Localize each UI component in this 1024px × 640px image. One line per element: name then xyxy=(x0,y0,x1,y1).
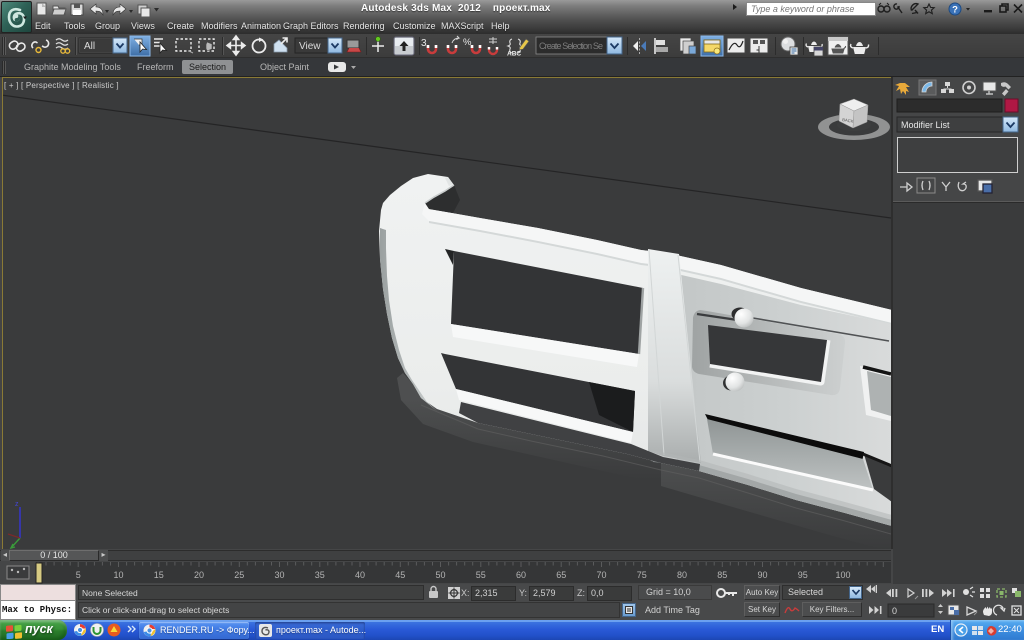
svg-text:?: ? xyxy=(952,5,958,16)
svg-text:Create Selection Se: Create Selection Se xyxy=(539,41,603,51)
svg-text:%: % xyxy=(463,37,472,48)
svg-text:25: 25 xyxy=(234,570,244,580)
svg-text:20: 20 xyxy=(194,570,204,580)
svg-text:100: 100 xyxy=(835,570,850,580)
svg-text:5: 5 xyxy=(76,570,81,580)
svg-text:All: All xyxy=(84,41,95,52)
svg-text:80: 80 xyxy=(677,570,687,580)
svg-text:70: 70 xyxy=(596,570,606,580)
svg-text:ABC: ABC xyxy=(507,51,521,58)
svg-text:85: 85 xyxy=(717,570,727,580)
svg-text:40: 40 xyxy=(355,570,365,580)
svg-text:30: 30 xyxy=(274,570,284,580)
svg-text:0: 0 xyxy=(892,606,897,616)
svg-text:3: 3 xyxy=(421,38,427,49)
svg-text:95: 95 xyxy=(798,570,808,580)
svg-text:50: 50 xyxy=(435,570,445,580)
svg-text:90: 90 xyxy=(757,570,767,580)
svg-text:60: 60 xyxy=(516,570,526,580)
svg-text:Modifier List: Modifier List xyxy=(901,120,950,130)
svg-text:45: 45 xyxy=(395,570,405,580)
svg-text:10: 10 xyxy=(113,570,123,580)
svg-text:65: 65 xyxy=(556,570,566,580)
svg-text:15: 15 xyxy=(154,570,164,580)
svg-text:35: 35 xyxy=(315,570,325,580)
svg-text:View: View xyxy=(299,41,321,52)
svg-text:75: 75 xyxy=(637,570,647,580)
svg-text:z: z xyxy=(15,501,19,508)
svg-text:55: 55 xyxy=(476,570,486,580)
